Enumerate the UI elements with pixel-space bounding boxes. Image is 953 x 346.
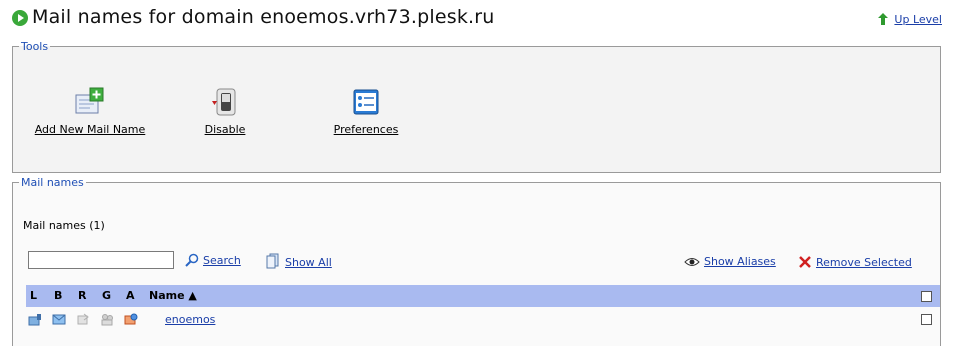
delete-icon — [799, 256, 811, 268]
add-mail-icon — [75, 87, 104, 114]
mail-names-legend: Mail names — [21, 176, 84, 189]
column-header-b[interactable]: B — [54, 289, 62, 302]
column-header-g[interactable]: G — [102, 289, 111, 302]
table-row: enoemos — [26, 309, 940, 331]
eye-icon — [684, 258, 700, 266]
search-icon — [185, 253, 199, 267]
redirect-icon[interactable] — [76, 313, 90, 326]
remove-selected-label[interactable]: Remove Selected — [816, 256, 912, 269]
page-title: Mail names for domain enoemos.vrh73.ples… — [32, 6, 495, 28]
show-aliases-button[interactable]: Show Aliases — [684, 255, 776, 268]
tools-legend: Tools — [21, 40, 49, 53]
select-all-checkbox[interactable] — [921, 291, 932, 302]
envelope-icon[interactable] — [52, 313, 66, 326]
mail-names-count: Mail names (1) — [23, 219, 105, 232]
search-label[interactable]: Search — [203, 254, 241, 267]
autoresponder-icon[interactable] — [124, 313, 138, 326]
disable-button[interactable]: Disable — [195, 87, 255, 136]
group-icon[interactable] — [100, 313, 114, 326]
column-header-a[interactable]: A — [126, 289, 135, 302]
row-checkbox[interactable] — [921, 314, 932, 325]
mail-names-panel: Mail names Mail names (1) Search Show Al… — [12, 176, 941, 346]
preferences-icon — [353, 89, 379, 115]
preferences-label[interactable]: Preferences — [334, 123, 399, 136]
show-all-icon — [266, 253, 279, 269]
switch-icon — [212, 88, 236, 116]
remove-selected-button[interactable]: Remove Selected — [798, 255, 912, 269]
up-level-label[interactable]: Up Level — [894, 13, 942, 26]
table-header: L B R G A Name ▲ — [26, 285, 940, 307]
search-input[interactable] — [28, 251, 174, 269]
show-all-label[interactable]: Show All — [285, 256, 332, 269]
disable-label[interactable]: Disable — [205, 123, 246, 136]
page-header: Mail names for domain enoemos.vrh73.ples… — [12, 6, 942, 30]
preferences-button[interactable]: Preferences — [321, 87, 411, 136]
column-header-l[interactable]: L — [30, 289, 37, 302]
up-level-link[interactable]: Up Level — [876, 12, 942, 26]
show-aliases-label[interactable]: Show Aliases — [704, 255, 776, 268]
column-header-r[interactable]: R — [78, 289, 86, 302]
up-arrow-icon — [878, 13, 889, 25]
search-button[interactable]: Search — [185, 253, 241, 267]
add-new-mail-name-label[interactable]: Add New Mail Name — [35, 123, 146, 136]
column-header-name[interactable]: Name ▲ — [149, 289, 197, 302]
mail-name-link[interactable]: enoemos — [165, 313, 215, 326]
circle-play-icon — [12, 10, 28, 26]
tools-panel: Tools Add New Mail Name Disable Preferen… — [12, 40, 941, 173]
show-all-button[interactable]: Show All — [265, 253, 332, 269]
mailbox-icon[interactable] — [28, 313, 42, 326]
add-new-mail-name-button[interactable]: Add New Mail Name — [23, 87, 157, 136]
